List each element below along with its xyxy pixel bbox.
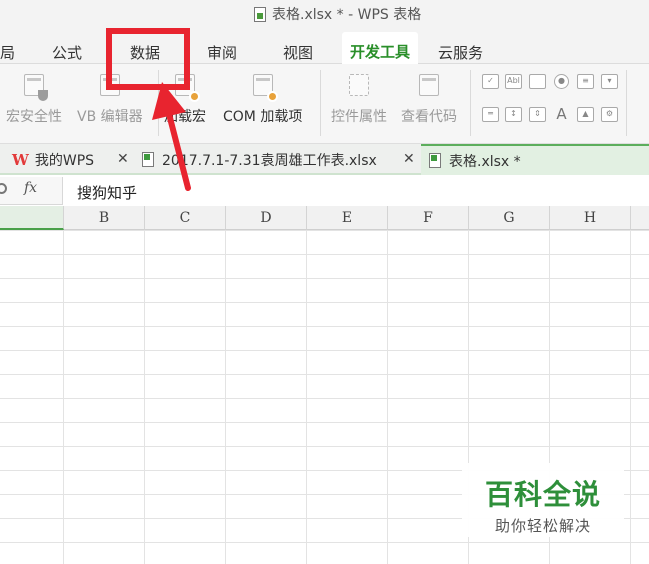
other-controls-icon[interactable]: ⚙ [601, 107, 618, 122]
grid-line [225, 230, 226, 564]
listbox-control-icon[interactable]: ≡ [577, 74, 594, 89]
grid-line [63, 230, 64, 564]
combobox-control-icon[interactable]: ▾ [601, 74, 618, 89]
column-header[interactable] [631, 206, 649, 230]
ribbon-separator [470, 70, 471, 136]
tab-formulas[interactable]: 公式 [52, 42, 82, 63]
watermark: 百科全说 助你轻松解决 [462, 463, 624, 537]
wps-logo-icon: W [12, 150, 29, 169]
formula-bar: fx 搜狗知乎 [0, 177, 649, 205]
window-title: 表格.xlsx * - WPS 表格 [272, 7, 422, 23]
close-icon[interactable]: ✕ [117, 151, 129, 167]
ribbon-separator [626, 70, 627, 136]
column-header[interactable]: E [307, 206, 388, 230]
label-control-icon[interactable]: A [553, 107, 570, 122]
column-header[interactable]: C [145, 206, 226, 230]
tab-view[interactable]: 视图 [283, 42, 313, 63]
doctab-biaoge[interactable]: 表格.xlsx * [421, 144, 649, 175]
watermark-subtitle: 助你轻松解决 [494, 517, 591, 535]
scrollbar-control-icon[interactable]: ⇕ [529, 107, 546, 122]
view-code-label: 查看代码 [401, 109, 457, 125]
control-properties-label: 控件属性 [331, 109, 387, 125]
menu-bar: 局 公式 数据 审阅 视图 开发工具 云服务 [0, 28, 649, 65]
control-properties-icon [346, 72, 372, 100]
textbox-control-icon[interactable]: Abl [505, 74, 522, 89]
control-properties-button[interactable]: 控件属性 [331, 72, 387, 126]
radio-control-icon[interactable]: ● [554, 74, 569, 89]
ribbon-toolbar: 宏安全性 VB 编辑器 加载宏 COM 加载项 控件属性 查看代码 ✓ Abl … [0, 64, 649, 144]
spin-control-icon[interactable]: ↕ [505, 107, 522, 122]
vb-editor-label: VB 编辑器 [77, 109, 143, 125]
column-header[interactable]: D [226, 206, 307, 230]
ribbon-separator [320, 70, 321, 136]
grid-line [144, 230, 145, 564]
spreadsheet-file-icon [429, 153, 441, 168]
image-control-icon[interactable]: ▲ [577, 107, 594, 122]
doctab-label: 我的WPS [34, 152, 95, 169]
grid-line [387, 230, 388, 564]
spreadsheet-file-icon [254, 6, 266, 22]
fx-icon[interactable]: fx [24, 180, 37, 196]
macro-security-icon [21, 72, 48, 101]
view-code-button[interactable]: 查看代码 [401, 72, 457, 126]
tab-cloud-services[interactable]: 云服务 [438, 42, 483, 63]
close-icon[interactable]: ✕ [403, 151, 415, 167]
tab-page-layout[interactable]: 局 [0, 42, 15, 63]
document-tab-bar: W 我的WPS ✕ 2017.7.1-7.31袁周雄工作表.xlsx ✕ 表格.… [0, 144, 649, 175]
annotation-arrow-icon [152, 82, 191, 191]
tab-developer-tools[interactable]: 开发工具 [342, 32, 419, 65]
view-code-icon [416, 72, 442, 100]
button-control-icon[interactable] [529, 74, 546, 89]
column-header[interactable]: H [550, 206, 631, 230]
search-icon[interactable] [0, 183, 7, 194]
toggle-control-icon[interactable]: ═ [482, 107, 499, 122]
watermark-title: 百科全说 [484, 478, 601, 511]
column-header[interactable]: G [469, 206, 550, 230]
doctab-my-wps[interactable]: W 我的WPS ✕ [12, 144, 137, 175]
com-addin-button[interactable]: COM 加载项 [223, 72, 302, 126]
window-title-area: 表格.xlsx * - WPS 表格 [254, 4, 421, 24]
macro-security-button[interactable]: 宏安全性 [6, 72, 62, 126]
column-header-a[interactable] [0, 206, 64, 230]
com-addin-icon [250, 72, 278, 102]
doctab-label: 表格.xlsx * [449, 153, 521, 170]
column-header[interactable]: B [64, 206, 145, 230]
grid-line [630, 230, 631, 564]
com-addin-label: COM 加载项 [223, 109, 303, 125]
grid-line [306, 230, 307, 564]
checkbox-control-icon[interactable]: ✓ [482, 74, 499, 89]
title-bar: 表格.xlsx * - WPS 表格 [0, 0, 649, 28]
column-header[interactable]: F [388, 206, 469, 230]
tab-review[interactable]: 审阅 [207, 42, 237, 63]
macro-security-label: 宏安全性 [6, 109, 62, 125]
